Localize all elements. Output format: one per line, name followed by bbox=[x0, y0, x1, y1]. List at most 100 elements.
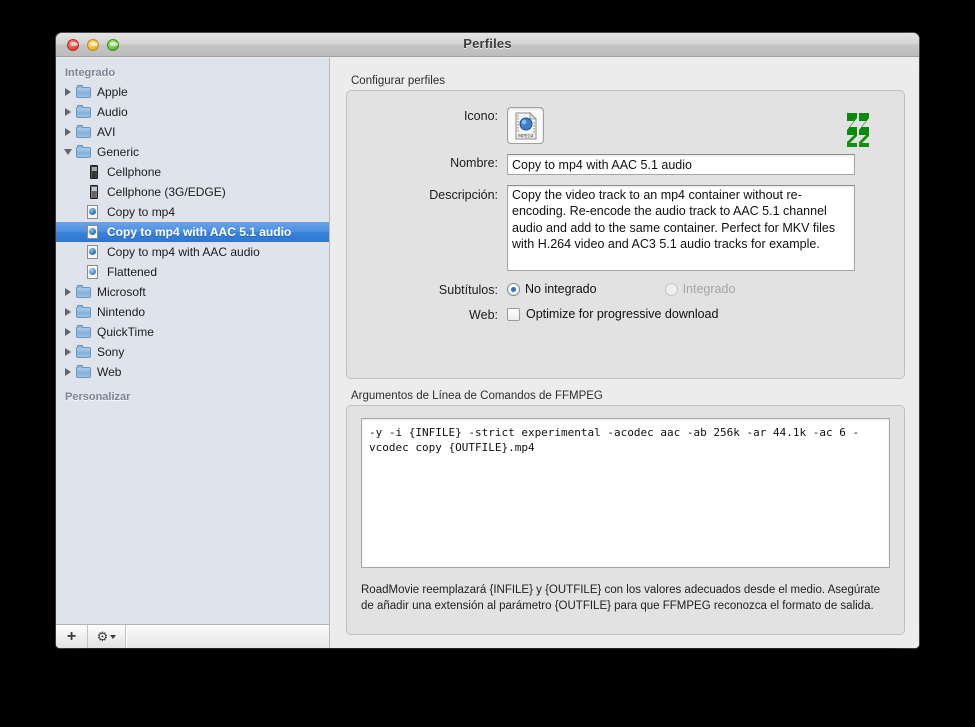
mpeg4-doc-icon bbox=[86, 224, 102, 240]
folder-icon bbox=[76, 284, 92, 300]
sidebar-item-label: Copy to mp4 bbox=[107, 205, 176, 219]
checkbox-unchecked-icon[interactable] bbox=[507, 307, 520, 321]
folder-icon bbox=[76, 124, 92, 140]
sidebar-item-label: Nintendo bbox=[97, 305, 146, 319]
disclosure-triangle-icon[interactable] bbox=[62, 325, 76, 339]
sidebar-item-avi[interactable]: AVI bbox=[56, 122, 329, 142]
sidebar-item-copy-to-mp4-aac[interactable]: Copy to mp4 with AAC audio bbox=[56, 242, 329, 262]
folder-icon bbox=[76, 144, 92, 160]
mpeg4-doc-icon bbox=[86, 244, 102, 260]
sidebar-item-label: AVI bbox=[97, 125, 116, 139]
checkbox-label: Optimize for progressive download bbox=[526, 307, 719, 321]
config-group-label: Configurar perfiles bbox=[351, 75, 445, 87]
phone-icon bbox=[86, 164, 102, 180]
mpeg4-doc-icon bbox=[86, 204, 102, 220]
radio-selected-icon bbox=[507, 282, 520, 296]
name-form-row: Nombre: bbox=[347, 154, 904, 175]
perfiles-window: Perfiles Integrado Apple Audio AVI Gener… bbox=[56, 33, 919, 648]
window-titlebar[interactable]: Perfiles bbox=[56, 33, 919, 57]
sidebar-item-label: Copy to mp4 with AAC 5.1 audio bbox=[107, 225, 292, 239]
disclosure-triangle-icon[interactable] bbox=[62, 365, 76, 379]
config-group-box: Icono: MPEG4 Nombre: Copy to mp4 with AA… bbox=[346, 90, 905, 379]
window-body: Integrado Apple Audio AVI Generic Cellph… bbox=[56, 58, 919, 648]
profiles-source-list[interactable]: Integrado Apple Audio AVI Generic Cellph… bbox=[56, 58, 329, 624]
sidebar-item-label: Flattened bbox=[107, 265, 158, 279]
sidebar-item-apple[interactable]: Apple bbox=[56, 82, 329, 102]
mpeg4-doc-icon: MPEG4 bbox=[515, 111, 537, 139]
profile-icon-well[interactable]: MPEG4 bbox=[507, 107, 544, 144]
description-form-row: Descripción: bbox=[347, 185, 904, 271]
sidebar-item-label: Cellphone bbox=[107, 165, 162, 179]
sidebar-item-flattened[interactable]: Flattened bbox=[56, 262, 329, 282]
subtitles-radio-group: No integrado Integrado bbox=[507, 281, 745, 296]
gear-icon: ⚙ bbox=[96, 629, 109, 644]
args-group-box: RoadMovie reemplazará {INFILE} y {OUTFIL… bbox=[346, 405, 905, 635]
sidebar-item-label: QuickTime bbox=[97, 325, 154, 339]
sidebar-section-header-custom: Personalizar bbox=[65, 391, 131, 403]
sidebar-item-generic[interactable]: Generic bbox=[56, 142, 329, 162]
sidebar-item-cellphone-3g-edge[interactable]: Cellphone (3G/EDGE) bbox=[56, 182, 329, 202]
name-field-label: Nombre: bbox=[450, 156, 498, 170]
add-profile-button[interactable]: + bbox=[56, 625, 88, 648]
sidebar-item-nintendo[interactable]: Nintendo bbox=[56, 302, 329, 322]
sidebar-item-audio[interactable]: Audio bbox=[56, 102, 329, 122]
sidebar-item-microsoft[interactable]: Microsoft bbox=[56, 282, 329, 302]
args-help-text: RoadMovie reemplazará {INFILE} y {OUTFIL… bbox=[361, 584, 881, 612]
icon-field-label: Icono: bbox=[463, 109, 498, 123]
sidebar-item-label: Sony bbox=[97, 345, 125, 359]
radio-no-integrado[interactable]: No integrado bbox=[507, 282, 597, 296]
disclosure-triangle-icon[interactable] bbox=[62, 305, 76, 319]
folder-icon bbox=[76, 104, 92, 120]
sidebar-item-label: Copy to mp4 with AAC audio bbox=[107, 245, 260, 259]
sidebar-section-header-builtin: Integrado bbox=[65, 67, 116, 79]
sidebar-item-copy-to-mp4-aac-51[interactable]: Copy to mp4 with AAC 5.1 audio bbox=[56, 222, 329, 242]
disclosure-triangle-icon[interactable] bbox=[62, 285, 76, 299]
description-field-label: Descripción: bbox=[429, 188, 498, 202]
sidebar-item-label: Apple bbox=[97, 85, 128, 99]
profile-description-textarea[interactable] bbox=[507, 185, 855, 271]
subtitles-field-label: Subtítulos: bbox=[438, 283, 498, 297]
sidebar-item-copy-to-mp4[interactable]: Copy to mp4 bbox=[56, 202, 329, 222]
radio-unselected-icon bbox=[664, 282, 678, 296]
sidebar-item-label: Audio bbox=[97, 105, 128, 119]
disclosure-triangle-icon[interactable] bbox=[62, 345, 76, 359]
chevron-down-icon bbox=[110, 634, 117, 639]
mov-doc-icon bbox=[86, 264, 102, 280]
sidebar-item-cellphone[interactable]: Cellphone bbox=[56, 162, 329, 182]
sidebar-item-label: Cellphone (3G/EDGE) bbox=[107, 185, 226, 199]
radio-label: Integrado bbox=[682, 282, 736, 296]
profile-actions-menu-button[interactable]: ⚙ bbox=[88, 625, 126, 648]
window-title: Perfiles bbox=[463, 36, 512, 51]
disclosure-triangle-icon[interactable] bbox=[62, 125, 76, 139]
icon-form-row: Icono: MPEG4 bbox=[347, 107, 904, 144]
profile-name-input[interactable] bbox=[507, 154, 855, 175]
svg-text:MPEG4: MPEG4 bbox=[518, 133, 534, 139]
folder-icon bbox=[76, 324, 92, 340]
sidebar-item-quicktime[interactable]: QuickTime bbox=[56, 322, 329, 342]
main-panel: Configurar perfiles Icono: MPEG4 Nombre:… bbox=[330, 58, 919, 648]
desktop-backdrop: Perfiles Integrado Apple Audio AVI Gener… bbox=[0, 0, 975, 727]
folder-icon bbox=[76, 364, 92, 380]
sidebar-item-sony[interactable]: Sony bbox=[56, 342, 329, 362]
folder-icon bbox=[76, 344, 92, 360]
disclosure-triangle-icon[interactable] bbox=[62, 85, 76, 99]
args-group-label: Argumentos de Línea de Comandos de FFMPE… bbox=[351, 390, 603, 402]
sidebar: Integrado Apple Audio AVI Generic Cellph… bbox=[56, 58, 330, 648]
sidebar-item-label: Generic bbox=[97, 145, 140, 159]
sidebar-item-web[interactable]: Web bbox=[56, 362, 329, 382]
ffmpeg-logo-icon bbox=[847, 113, 869, 147]
web-field-label: Web: bbox=[469, 308, 498, 322]
web-optimize-checkbox-row[interactable]: Optimize for progressive download bbox=[507, 306, 718, 321]
ffmpeg-arguments-textarea[interactable] bbox=[361, 418, 890, 568]
folder-icon bbox=[76, 84, 92, 100]
toolbar-filler bbox=[126, 625, 329, 648]
phone-icon bbox=[86, 184, 102, 200]
folder-icon bbox=[76, 304, 92, 320]
disclosure-triangle-icon[interactable] bbox=[62, 145, 76, 159]
sidebar-bottom-toolbar: + ⚙ bbox=[56, 624, 329, 648]
radio-integrado[interactable]: Integrado bbox=[664, 282, 736, 296]
sidebar-item-label: Microsoft bbox=[97, 285, 146, 299]
web-form-row: Web: Optimize for progressive download bbox=[347, 306, 904, 322]
subtitles-form-row: Subtítulos: No integrado Integrado bbox=[347, 281, 904, 297]
disclosure-triangle-icon[interactable] bbox=[62, 105, 76, 119]
